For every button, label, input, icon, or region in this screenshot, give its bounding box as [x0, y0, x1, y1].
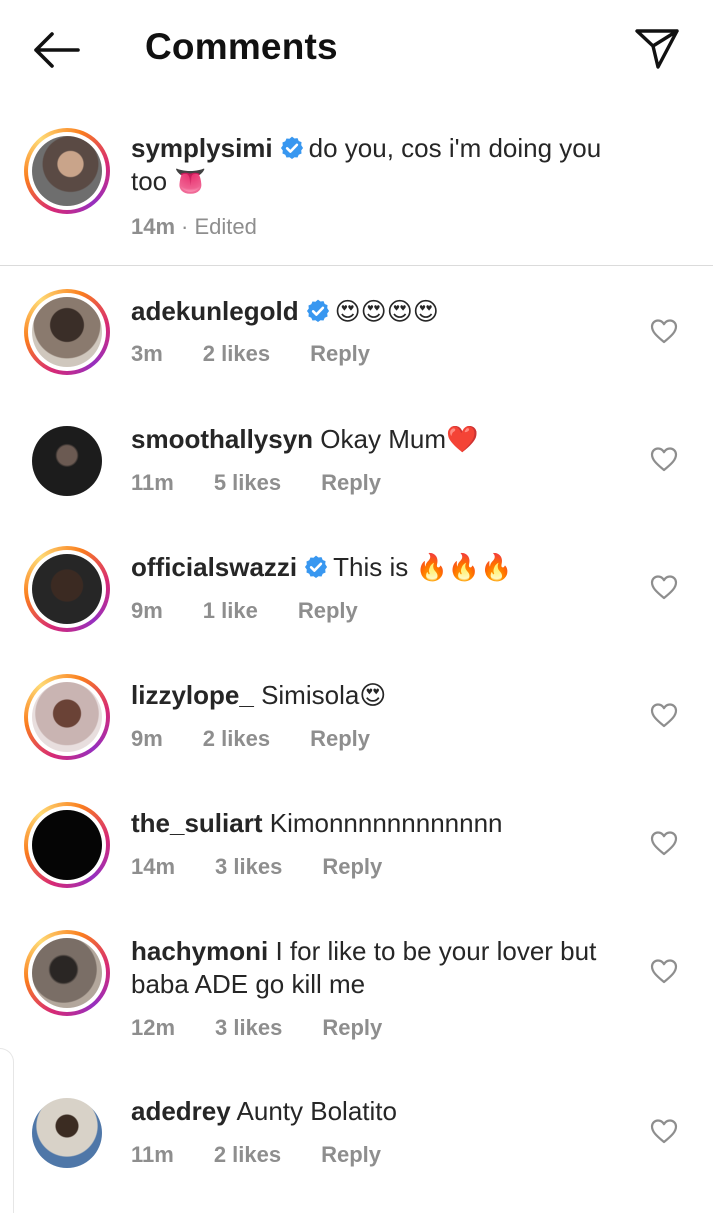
avatar-officialswazzi[interactable]: [24, 546, 110, 632]
comment-body: Simisola😍: [261, 680, 387, 710]
caption-time: 14m: [131, 214, 176, 239]
comment-meta: 14m 3 likes Reply: [131, 854, 422, 880]
reply-button[interactable]: Reply: [298, 598, 358, 624]
comment-username[interactable]: officialswazzi: [131, 552, 297, 582]
comment-time: 3m: [131, 341, 163, 366]
comment-body: Kimonnnnnnnnnnnn: [269, 808, 503, 838]
arrow-left-icon: [34, 32, 80, 68]
send-button[interactable]: [632, 26, 682, 72]
heart-icon[interactable]: [650, 958, 678, 984]
comment-likes[interactable]: 2 likes: [203, 341, 270, 367]
comment-meta: 11m 2 likes Reply: [131, 1142, 421, 1168]
comment-username[interactable]: lizzylope_: [131, 680, 254, 710]
comment-text: officialswazzi This is 🔥🔥🔥: [131, 551, 641, 584]
reply-button[interactable]: Reply: [310, 726, 370, 752]
reply-button[interactable]: Reply: [310, 341, 370, 367]
avatar-lizzylope[interactable]: [24, 674, 110, 760]
comment-meta: 9m 2 likes Reply: [131, 726, 410, 752]
comment-time: 12m: [131, 1015, 176, 1040]
avatar-adedrey[interactable]: [24, 1090, 110, 1176]
reply-button[interactable]: Reply: [322, 1015, 382, 1041]
verified-badge-icon: [305, 555, 328, 579]
page-title: Comments: [145, 26, 338, 67]
heart-icon[interactable]: [650, 446, 678, 472]
reply-button[interactable]: Reply: [321, 1142, 381, 1168]
comment-likes[interactable]: 5 likes: [214, 470, 281, 496]
comment-body: 😍😍😍😍: [334, 297, 439, 326]
comment-likes[interactable]: 1 like: [203, 598, 258, 624]
comment-likes[interactable]: 2 likes: [214, 1142, 281, 1168]
comment-username[interactable]: smoothallysyn: [131, 424, 313, 454]
comment-username[interactable]: hachymoni: [131, 936, 268, 966]
avatar-symplysimi[interactable]: [24, 128, 110, 214]
comment-text: adedrey Aunty Bolatito: [131, 1095, 641, 1128]
comment-text: the_suliart Kimonnnnnnnnnnnn: [131, 807, 641, 840]
verified-badge-icon: [280, 136, 303, 160]
heart-icon[interactable]: [650, 1118, 678, 1144]
comment-username[interactable]: the_suliart: [131, 808, 263, 838]
reply-button[interactable]: Reply: [322, 854, 382, 880]
edge-handle[interactable]: [0, 1048, 14, 1213]
heart-icon[interactable]: [650, 574, 678, 600]
comment-username[interactable]: adekunlegold: [131, 296, 299, 326]
send-icon: [635, 29, 679, 69]
comment-likes[interactable]: 2 likes: [203, 726, 270, 752]
comment-likes[interactable]: 3 likes: [215, 1015, 282, 1041]
comment-meta: 11m 5 likes Reply: [131, 470, 421, 496]
verified-badge-icon: [306, 299, 329, 323]
comment-text: hachymoni I for like to be your lover bu…: [131, 935, 641, 1001]
comment-time: 11m: [131, 470, 174, 495]
avatar-adekunlegold[interactable]: [24, 289, 110, 375]
reply-button[interactable]: Reply: [321, 470, 381, 496]
heart-icon[interactable]: [650, 702, 678, 728]
caption-edited: · Edited: [181, 214, 257, 239]
heart-icon[interactable]: [650, 830, 678, 856]
comment-body: This is 🔥🔥🔥: [333, 552, 513, 582]
avatar-hachymoni[interactable]: [24, 930, 110, 1016]
comment-time: 9m: [131, 598, 163, 623]
comment-username[interactable]: adedrey: [131, 1096, 231, 1126]
comment-time: 9m: [131, 726, 163, 751]
caption-username[interactable]: symplysimi: [131, 133, 273, 163]
comment-meta: 12m 3 likes Reply: [131, 1015, 422, 1041]
comment-time: 14m: [131, 854, 176, 879]
caption-meta: 14m · Edited: [131, 214, 297, 240]
comment-meta: 9m 1 like Reply: [131, 598, 398, 624]
divider: [0, 265, 713, 266]
comment-meta: 3m 2 likes Reply: [131, 341, 410, 367]
heart-icon[interactable]: [650, 318, 678, 344]
avatar-the-suliart[interactable]: [24, 802, 110, 888]
comment-text: lizzylope_ Simisola😍: [131, 679, 641, 712]
avatar-smoothallysyn[interactable]: [24, 418, 110, 504]
comment-body: Okay Mum❤️: [320, 424, 479, 454]
top-bar: Comments: [0, 0, 713, 100]
comment-time: 11m: [131, 1142, 174, 1167]
caption-text: symplysimi do you, cos i'm doing you too …: [131, 132, 641, 198]
back-button[interactable]: [30, 28, 82, 72]
comment-body: Aunty Bolatito: [236, 1096, 397, 1126]
comment-text: adekunlegold 😍😍😍😍: [131, 295, 641, 328]
comment-likes[interactable]: 3 likes: [215, 854, 282, 880]
comment-text: smoothallysyn Okay Mum❤️: [131, 423, 641, 456]
